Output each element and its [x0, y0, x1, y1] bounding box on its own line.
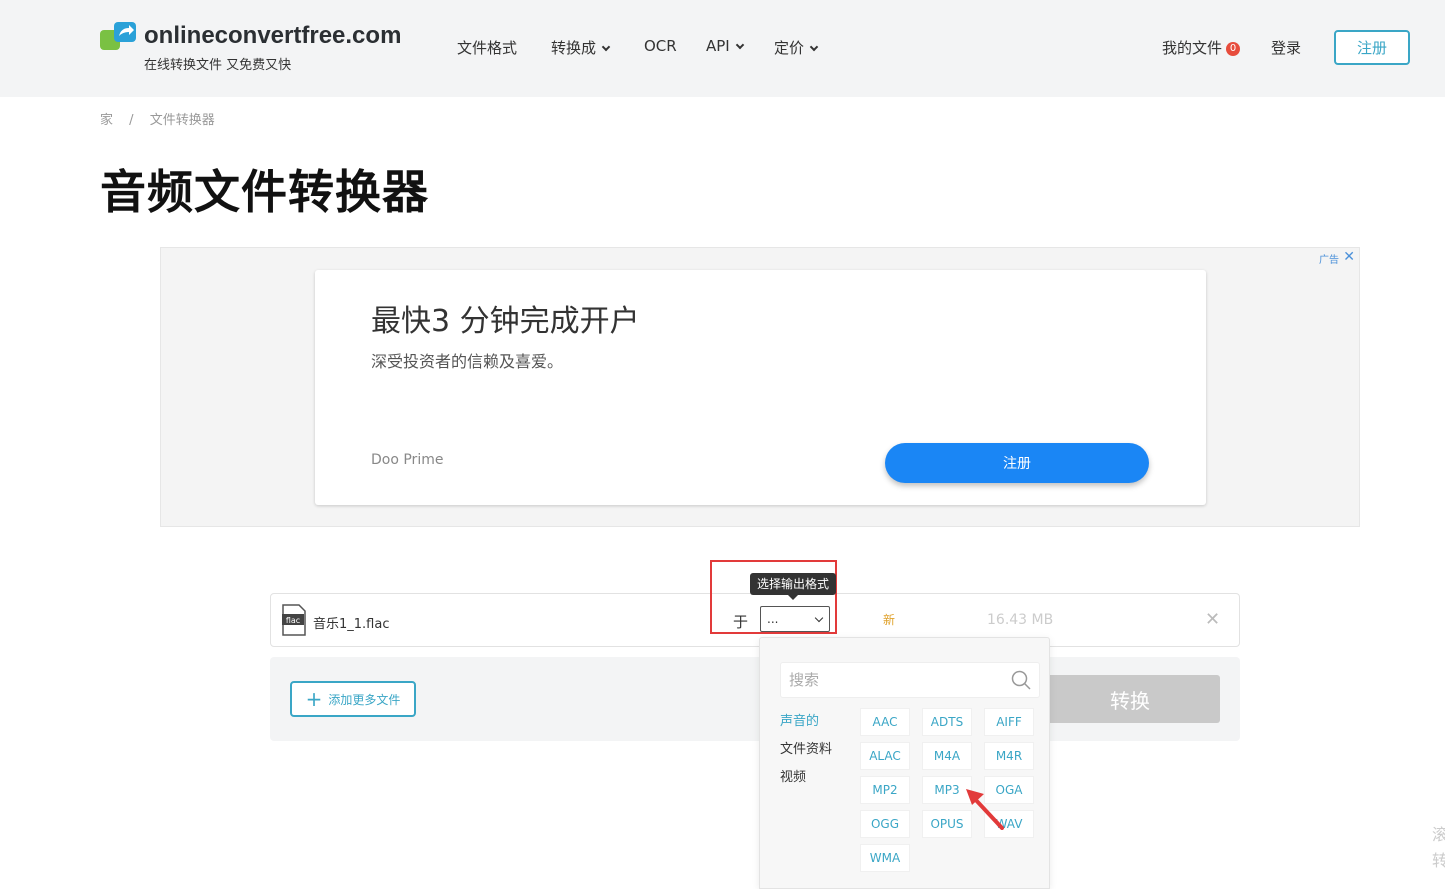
- breadcrumb-current: 文件转换器: [149, 113, 215, 128]
- site-name: onlineconvertfree.com: [144, 22, 402, 49]
- nav-ocr[interactable]: OCR: [644, 37, 677, 55]
- annotation-arrow-icon: [966, 789, 1004, 830]
- convert-button[interactable]: 转换: [1040, 675, 1220, 723]
- chevron-down-icon: [601, 42, 611, 52]
- format-option-wma[interactable]: WMA: [860, 844, 910, 872]
- nav-pricing-label: 定价: [774, 39, 805, 57]
- breadcrumb: 家 / 文件转换器: [100, 109, 227, 128]
- ad-cta-button[interactable]: 注册: [885, 443, 1149, 483]
- chevron-down-icon: [809, 42, 819, 52]
- format-dropdown: 声音的 文件资料 视频 AAC ADTS AIFF ALAC M4A M4R M…: [759, 637, 1050, 889]
- logo-icon: [100, 22, 136, 50]
- nav-pricing[interactable]: 定价: [774, 37, 819, 58]
- site-tagline: 在线转换文件 又免费又快: [144, 58, 292, 73]
- my-files-link[interactable]: 我的文件 0: [1162, 37, 1241, 58]
- plus-icon: +: [305, 687, 323, 711]
- ad-label: 广告: [1319, 255, 1339, 266]
- file-size: 16.43 MB: [987, 612, 1054, 628]
- ad-banner: 广告 ✕ 最快3 分钟完成开户 深受投资者的信赖及喜爱。 Doo Prime 注…: [160, 247, 1360, 527]
- nav-formats[interactable]: 文件格式: [457, 37, 517, 58]
- my-files-label: 我的文件: [1162, 39, 1223, 57]
- format-option-adts[interactable]: ADTS: [922, 708, 972, 736]
- breadcrumb-home[interactable]: 家: [100, 113, 113, 128]
- select-format-tooltip: 选择输出格式: [750, 573, 837, 600]
- ad-card[interactable]: 最快3 分钟完成开户 深受投资者的信赖及喜爱。 Doo Prime 注册: [315, 270, 1206, 505]
- file-name: 音乐1_1.flac: [313, 617, 390, 632]
- my-files-count-badge: 0: [1226, 42, 1241, 56]
- signup-button[interactable]: 注册: [1334, 30, 1410, 65]
- nav-api[interactable]: API: [706, 37, 744, 55]
- format-option-m4a[interactable]: M4A: [922, 742, 972, 770]
- login-link[interactable]: 登录: [1271, 37, 1301, 58]
- ad-brand: Doo Prime: [371, 452, 444, 468]
- format-option-alac[interactable]: ALAC: [860, 742, 910, 770]
- format-search-input[interactable]: [781, 663, 1006, 697]
- format-option-m4r[interactable]: M4R: [984, 742, 1034, 770]
- category-document[interactable]: 文件资料: [780, 738, 832, 757]
- category-audio[interactable]: 声音的: [780, 710, 819, 729]
- format-option-mp2[interactable]: MP2: [860, 776, 910, 804]
- ad-subtext: 深受投资者的信赖及喜爱。: [371, 352, 564, 371]
- remove-file-icon[interactable]: ✕: [1205, 609, 1220, 630]
- format-option-aiff[interactable]: AIFF: [984, 708, 1034, 736]
- nav-convert-to[interactable]: 转换成: [551, 37, 611, 58]
- format-option-ogg[interactable]: OGG: [860, 810, 910, 838]
- highlight-box: [710, 560, 837, 634]
- status-badge: 新: [883, 613, 896, 627]
- format-option-aac[interactable]: AAC: [860, 708, 910, 736]
- category-video[interactable]: 视频: [780, 766, 806, 785]
- page-title: 音频文件转换器: [100, 165, 429, 219]
- flac-file-icon-label: flac: [286, 616, 300, 625]
- chevron-down-icon: [735, 40, 744, 50]
- nav-convert-to-label: 转换成: [551, 39, 597, 57]
- flac-file-icon: flac: [282, 604, 306, 636]
- action-bar: + 添加更多文件 转换: [270, 657, 1240, 741]
- nav-api-label: API: [706, 37, 730, 55]
- add-more-files-button[interactable]: + 添加更多文件: [290, 681, 416, 717]
- format-search-box: [780, 662, 1040, 698]
- ad-headline: 最快3 分钟完成开户: [371, 304, 640, 339]
- search-icon[interactable]: [1011, 670, 1031, 690]
- add-more-files-label: 添加更多文件: [328, 692, 401, 707]
- edge-text: 滚转: [1432, 825, 1445, 870]
- breadcrumb-separator: /: [129, 113, 134, 128]
- ad-close-icon[interactable]: ✕: [1343, 249, 1355, 265]
- site-header: onlineconvertfree.com 在线转换文件 又免费又快 文件格式 …: [0, 0, 1445, 97]
